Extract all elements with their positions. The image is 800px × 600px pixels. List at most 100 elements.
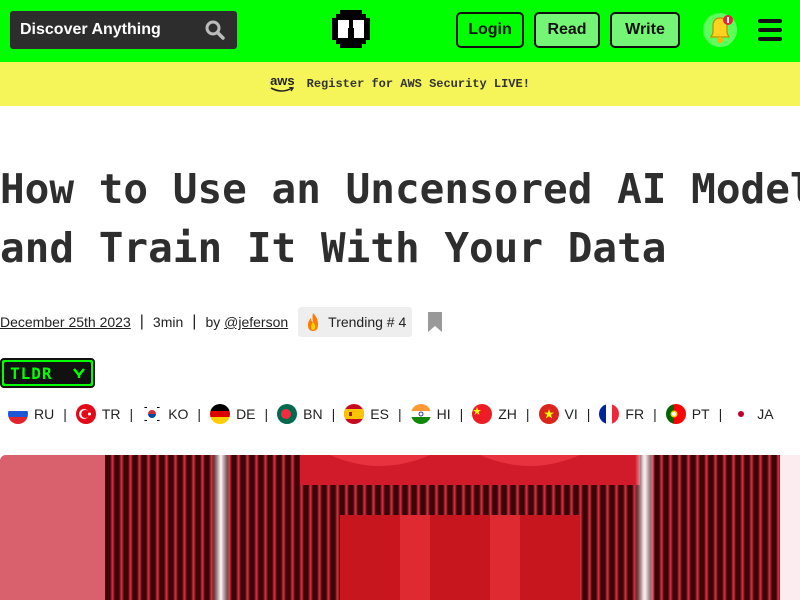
hero-stripe xyxy=(695,455,700,600)
divider: | xyxy=(653,406,657,422)
divider: | xyxy=(331,406,336,422)
by-prefix: by xyxy=(205,314,221,330)
tldr-button[interactable]: TLDR xyxy=(0,358,95,388)
hero-stripe xyxy=(731,455,736,600)
lang-code: FR xyxy=(625,406,645,422)
lang-code: ZH xyxy=(498,406,517,422)
bangladesh-flag-icon xyxy=(277,404,298,424)
banner-link[interactable]: Register for AWS Security LIVE! xyxy=(307,77,530,91)
divider: | xyxy=(197,406,202,422)
chevron-down-icon xyxy=(73,368,85,378)
hero-stripe xyxy=(659,455,664,600)
lang-bn[interactable]: BN xyxy=(277,404,323,424)
article-meta: December 25th 2023 | 3min | by @jeferson… xyxy=(0,306,443,338)
trending-badge[interactable]: Trending # 4 xyxy=(298,307,413,337)
bell-icon[interactable] xyxy=(703,11,737,49)
lang-tr[interactable]: TR xyxy=(75,404,121,424)
hero-stripe xyxy=(137,455,142,600)
hero-stripe xyxy=(722,455,727,600)
lang-fr[interactable]: FR xyxy=(599,404,644,424)
lang-code: RU xyxy=(34,406,55,422)
spain-flag-icon xyxy=(344,404,365,424)
japan-flag-icon xyxy=(731,404,752,424)
divider: | xyxy=(525,406,530,422)
germany-flag-icon xyxy=(210,404,231,424)
lang-ko[interactable]: KO xyxy=(142,404,188,424)
top-navbar: Discover Anything Login Read Write xyxy=(0,0,800,62)
hero-stripe xyxy=(128,455,133,600)
title-line-2: and Train It With Your Data xyxy=(0,224,667,272)
lang-vi[interactable]: VI xyxy=(538,404,578,424)
lang-code: TR xyxy=(101,406,121,422)
lang-code: HI xyxy=(436,406,451,422)
hero-stripe xyxy=(173,455,178,600)
search-icon[interactable] xyxy=(205,20,225,40)
language-selector: RU | TR | KO | DE | BN | ES | HI | ZH | … xyxy=(8,402,774,426)
russia-flag-icon xyxy=(8,404,28,424)
menu-icon[interactable] xyxy=(758,19,782,41)
divider: | xyxy=(192,313,197,330)
divider: | xyxy=(718,406,723,422)
lang-code: BN xyxy=(303,406,323,422)
hero-stripe xyxy=(191,455,196,600)
lang-ja[interactable]: JA xyxy=(731,404,774,424)
publish-date[interactable]: December 25th 2023 xyxy=(0,314,131,330)
lang-zh[interactable]: ZH xyxy=(472,404,517,424)
hero-stripe xyxy=(164,455,169,600)
hero-stripe xyxy=(254,455,259,600)
lang-pt[interactable]: PT xyxy=(665,404,710,424)
hero-stripe xyxy=(263,455,268,600)
login-button[interactable]: Login xyxy=(456,12,524,48)
lang-es[interactable]: ES xyxy=(344,404,389,424)
title-line-1: How to Use an Uncensored AI Model xyxy=(0,165,800,213)
divider: | xyxy=(586,406,591,422)
hackernoon-logo-icon[interactable] xyxy=(332,10,370,50)
read-button[interactable]: Read xyxy=(534,12,600,48)
tldr-label: TLDR xyxy=(10,363,53,383)
bookmark-icon[interactable] xyxy=(428,312,443,332)
tldr-inner: TLDR xyxy=(4,362,91,384)
aws-logo-icon: aws xyxy=(270,74,295,93)
divider: | xyxy=(459,406,464,422)
promo-banner[interactable]: aws Register for AWS Security LIVE! xyxy=(0,62,800,106)
hero-stripe xyxy=(236,455,241,600)
india-flag-icon xyxy=(410,404,431,424)
hero-image xyxy=(0,455,800,600)
hero-stripe xyxy=(758,455,763,600)
hero-stripe xyxy=(704,455,709,600)
turkey-flag-icon xyxy=(75,404,96,424)
portugal-flag-icon xyxy=(665,404,686,424)
read-time: 3min xyxy=(152,314,184,330)
lang-ru[interactable]: RU xyxy=(8,404,54,424)
search-bar[interactable]: Discover Anything xyxy=(10,11,237,49)
hero-stripe xyxy=(668,455,673,600)
lang-code: KO xyxy=(168,406,189,422)
lang-de[interactable]: DE xyxy=(210,404,256,424)
hero-stripe xyxy=(110,455,115,600)
author-link[interactable]: @jeferson xyxy=(224,314,288,330)
lang-hi[interactable]: HI xyxy=(410,404,451,424)
hero-stripe xyxy=(767,455,772,600)
trending-label: Trending # 4 xyxy=(328,314,407,330)
hero-stripe xyxy=(686,455,691,600)
lang-code: DE xyxy=(236,406,256,422)
china-flag-icon xyxy=(472,404,493,424)
france-flag-icon xyxy=(599,404,620,424)
divider: | xyxy=(139,313,144,330)
hero-illustration xyxy=(0,455,800,600)
hero-stripe xyxy=(290,455,295,600)
hero-stripe xyxy=(245,455,250,600)
lang-code: JA xyxy=(757,406,774,422)
search-label: Discover Anything xyxy=(20,21,161,38)
vietnam-flag-icon xyxy=(538,404,559,424)
korea-flag-icon xyxy=(142,404,163,424)
hero-stripe xyxy=(677,455,682,600)
hero-stripe xyxy=(713,455,718,600)
divider: | xyxy=(129,406,134,422)
divider: | xyxy=(264,406,269,422)
lang-code: VI xyxy=(564,406,578,422)
divider: | xyxy=(63,406,67,422)
write-button[interactable]: Write xyxy=(610,12,680,48)
hero-stripe xyxy=(749,455,754,600)
hero-stripe xyxy=(119,455,124,600)
